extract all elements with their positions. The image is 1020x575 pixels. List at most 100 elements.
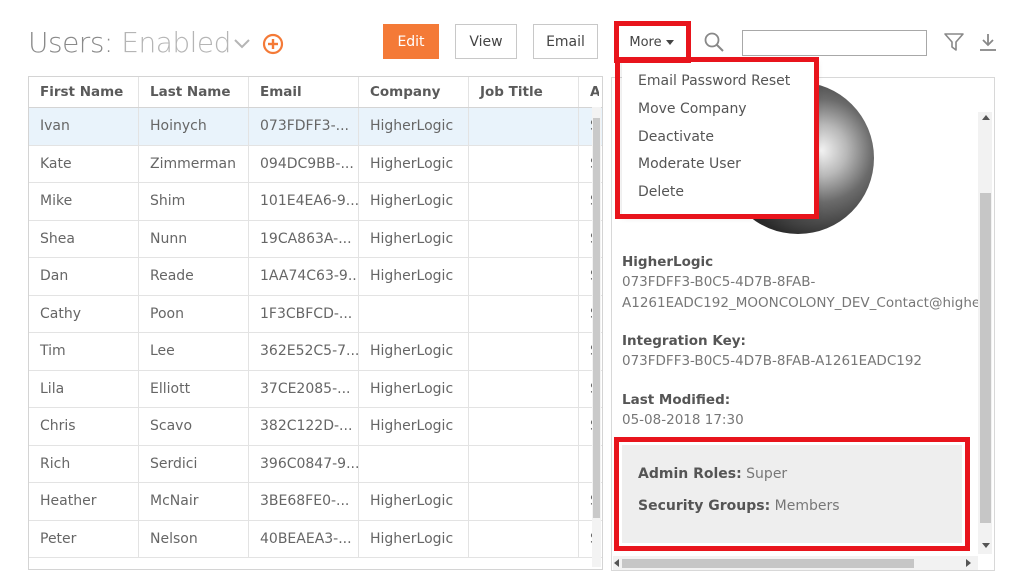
cell-email: 101E4EA6-9... xyxy=(249,183,359,220)
more-button-label: More xyxy=(629,34,662,50)
cell-last-name: Elliott xyxy=(139,370,249,407)
table-row[interactable]: LilaElliott37CE2085-...HigherLogicSu xyxy=(29,370,602,408)
table-row[interactable]: ChrisScavo382C122D-...HigherLogicSu xyxy=(29,408,602,446)
integration-key-value: 073FDFF3-B0C5-4D7B-8FAB-A1261EADC192 xyxy=(622,353,923,369)
cell-first-name: Kate xyxy=(29,145,139,182)
column-header-access[interactable]: Ac xyxy=(579,77,599,107)
search-icon[interactable] xyxy=(703,31,725,53)
filter-icon[interactable] xyxy=(943,31,965,53)
column-header-company[interactable]: Company xyxy=(359,77,469,107)
menu-item-deactivate[interactable]: Deactivate xyxy=(638,129,714,145)
cell-last-name: Reade xyxy=(139,258,249,295)
security-groups: Security Groups: Members xyxy=(638,498,840,514)
menu-item-email-password-reset[interactable]: Email Password Reset xyxy=(638,73,790,89)
page-title-label: Users: xyxy=(28,26,113,59)
column-header-job-title[interactable]: Job Title xyxy=(469,77,579,107)
menu-item-move-company[interactable]: Move Company xyxy=(638,101,747,117)
cell-first-name: Peter xyxy=(29,520,139,557)
menu-item-moderate-user[interactable]: Moderate User xyxy=(638,156,741,172)
cell-first-name: Rich xyxy=(29,445,139,482)
table-row[interactable]: DanReade1AA74C63-9...HigherLogicSu xyxy=(29,258,602,296)
integration-key-label: Integration Key: xyxy=(622,333,746,349)
column-header-email[interactable]: Email xyxy=(249,77,359,107)
cell-job-title xyxy=(469,333,579,370)
scroll-left-icon[interactable] xyxy=(614,559,619,567)
grid-header: First Name Last Name Email Company Job T… xyxy=(29,77,602,108)
table-row[interactable]: KateZimmerman094DC9BB-...HigherLogicSu xyxy=(29,145,602,183)
cell-company xyxy=(359,445,469,482)
scroll-up-icon[interactable] xyxy=(982,115,990,120)
cell-email: 1F3CBFCD-... xyxy=(249,295,359,332)
status-filter-value[interactable]: Enabled xyxy=(121,26,231,59)
scroll-down-icon[interactable] xyxy=(982,543,990,548)
admin-roles-label: Admin Roles: xyxy=(638,466,742,482)
menu-item-delete[interactable]: Delete xyxy=(638,184,684,200)
table-row[interactable]: Rich Serdici 396C0847-9... xyxy=(29,445,602,483)
edit-button[interactable]: Edit xyxy=(383,24,439,59)
cell-first-name: Shea xyxy=(29,220,139,257)
cell-company: HigherLogic xyxy=(359,220,469,257)
column-header-first-name[interactable]: First Name xyxy=(29,77,139,107)
table-row[interactable]: IvanHoinych073FDFF3-...HigherLogicSu xyxy=(29,108,602,146)
cell-job-title xyxy=(469,445,579,482)
view-button[interactable]: View xyxy=(455,24,517,59)
cell-email: 382C122D-... xyxy=(249,408,359,445)
last-modified-label: Last Modified: xyxy=(622,392,731,408)
detail-email-line2: A1261EADC192_MOONCOLONY_DEV_Contact@high… xyxy=(622,295,990,311)
cell-company: HigherLogic xyxy=(359,333,469,370)
cell-email: 073FDFF3-... xyxy=(249,108,359,145)
cell-company xyxy=(359,295,469,332)
cell-last-name: Lee xyxy=(139,333,249,370)
cell-company: HigherLogic xyxy=(359,183,469,220)
cell-job-title xyxy=(469,258,579,295)
search-input[interactable] xyxy=(742,30,927,56)
cell-job-title xyxy=(469,145,579,182)
cell-job-title xyxy=(469,483,579,520)
grid-body: IvanHoinych073FDFF3-...HigherLogicSuKate… xyxy=(29,108,602,558)
column-header-last-name[interactable]: Last Name xyxy=(139,77,249,107)
cell-job-title xyxy=(469,408,579,445)
cell-first-name: Dan xyxy=(29,258,139,295)
add-user-icon[interactable] xyxy=(262,33,284,55)
panel-vertical-scrollbar-thumb[interactable] xyxy=(980,193,991,523)
security-groups-label: Security Groups: xyxy=(638,498,771,514)
cell-last-name: McNair xyxy=(139,483,249,520)
chevron-down-icon[interactable] xyxy=(233,37,251,49)
security-groups-value: Members xyxy=(774,498,840,514)
email-button[interactable]: Email xyxy=(533,24,598,59)
cell-first-name: Lila xyxy=(29,370,139,407)
cell-company: HigherLogic xyxy=(359,483,469,520)
cell-email: 19CA863A-... xyxy=(249,220,359,257)
cell-last-name: Zimmerman xyxy=(139,145,249,182)
cell-first-name: Mike xyxy=(29,183,139,220)
cell-first-name: Ivan xyxy=(29,108,139,145)
cell-job-title xyxy=(469,520,579,557)
cell-first-name: Tim xyxy=(29,333,139,370)
cell-email: 396C0847-9... xyxy=(249,445,359,482)
cell-job-title xyxy=(469,108,579,145)
cell-first-name: Chris xyxy=(29,408,139,445)
panel-horizontal-scrollbar-thumb[interactable] xyxy=(622,559,914,568)
cell-last-name: Serdici xyxy=(139,445,249,482)
cell-company: HigherLogic xyxy=(359,520,469,557)
table-row[interactable]: CathyPoon1F3CBFCD-...Si xyxy=(29,295,602,333)
table-row[interactable]: HeatherMcNair3BE68FE0-...HigherLogicSu xyxy=(29,483,602,521)
table-row[interactable]: TimLee362E52C5-7...HigherLogicSu xyxy=(29,333,602,371)
table-row[interactable]: SheaNunn19CA863A-...HigherLogicSu xyxy=(29,220,602,258)
cell-first-name: Heather xyxy=(29,483,139,520)
scroll-right-icon[interactable] xyxy=(966,559,971,567)
cell-company: HigherLogic xyxy=(359,258,469,295)
more-button[interactable]: More xyxy=(620,26,683,58)
table-row[interactable]: PeterNelson40BEAEA3-...HigherLogicSu xyxy=(29,520,602,558)
caret-down-icon xyxy=(665,39,674,45)
cell-last-name: Scavo xyxy=(139,408,249,445)
cell-email: 37CE2085-... xyxy=(249,370,359,407)
table-row[interactable]: MikeShim101E4EA6-9...HigherLogicSu xyxy=(29,183,602,221)
cell-job-title xyxy=(469,183,579,220)
cell-company: HigherLogic xyxy=(359,408,469,445)
last-modified-value: 05-08-2018 17:30 xyxy=(622,412,744,428)
cell-email: 094DC9BB-... xyxy=(249,145,359,182)
grid-scrollbar-thumb[interactable] xyxy=(593,118,600,518)
cell-email: 40BEAEA3-... xyxy=(249,520,359,557)
download-icon[interactable] xyxy=(977,31,999,53)
